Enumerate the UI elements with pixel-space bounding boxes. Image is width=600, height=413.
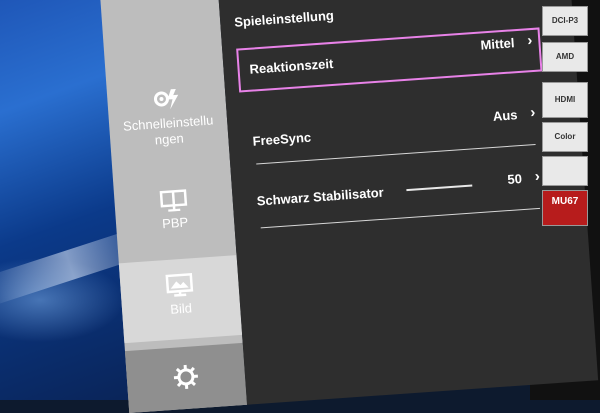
setting-row-reaktionszeit[interactable]: Reaktionszeit Mittel › bbox=[236, 27, 542, 92]
model-badge-icon: MU67 bbox=[542, 190, 588, 226]
setting-label: FreeSync bbox=[252, 130, 311, 149]
color-badge-icon: Color bbox=[542, 122, 588, 152]
gear-icon bbox=[171, 362, 201, 392]
sidebar-item-label: PBP bbox=[116, 211, 235, 235]
sidebar-item-bild[interactable]: Bild bbox=[119, 255, 242, 343]
amd-badge-icon: AMD bbox=[542, 42, 588, 72]
quick-settings-icon bbox=[151, 85, 183, 113]
schwarz-stabilisator-slider[interactable] bbox=[406, 185, 472, 192]
hdmi-badge-icon: HDMI bbox=[542, 82, 588, 118]
setting-value: Mittel bbox=[480, 35, 515, 52]
monitor-icon bbox=[158, 188, 189, 212]
color-gamut-badge-icon: DCI-P3 bbox=[542, 6, 588, 36]
sidebar-item-settings[interactable] bbox=[125, 343, 247, 413]
setting-value: Aus bbox=[492, 107, 518, 124]
monitor-badges: DCI-P3 AMD HDMI Color MU67 bbox=[538, 0, 594, 400]
panel-title: Spieleinstellung bbox=[234, 8, 334, 30]
mode-badge-icon bbox=[542, 156, 588, 186]
sidebar-item-label: Bild bbox=[122, 297, 241, 321]
chevron-right-icon: › bbox=[527, 32, 533, 49]
setting-row-schwarz-stabilisator[interactable]: Schwarz Stabilisator 50 › bbox=[245, 161, 547, 222]
setting-label: Schwarz Stabilisator bbox=[256, 185, 384, 209]
picture-icon bbox=[164, 272, 196, 298]
sidebar-item-pbp[interactable]: PBP bbox=[114, 185, 235, 235]
osd-menu: Schnelleinstellungen PBP Bild bbox=[100, 0, 598, 413]
setting-label: Reaktionszeit bbox=[249, 56, 334, 77]
sidebar-item-label: Schnelleinstellungen bbox=[120, 112, 218, 151]
sidebar-item-quick-settings[interactable]: Schnelleinstellungen bbox=[107, 82, 229, 152]
setting-value: 50 bbox=[507, 171, 522, 187]
chevron-right-icon: › bbox=[530, 104, 536, 121]
